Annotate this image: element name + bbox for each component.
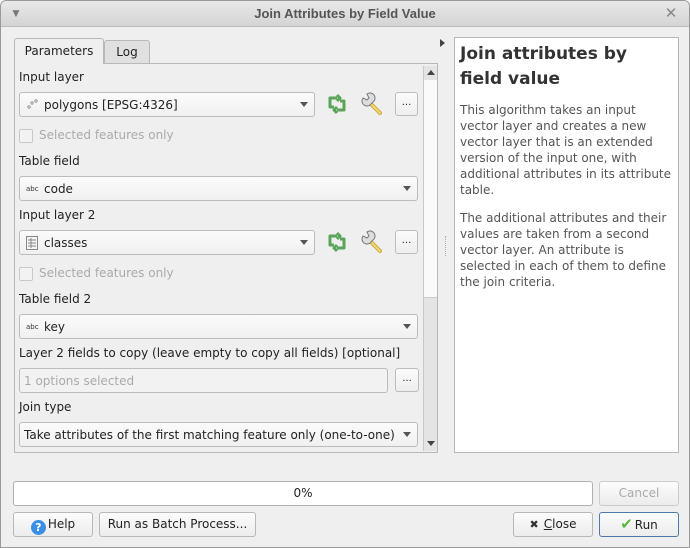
- help-title: Join attributes by field value: [460, 44, 628, 89]
- advanced-options-button-2[interactable]: [360, 230, 384, 254]
- input-layer-more-button[interactable]: ...: [395, 92, 418, 116]
- splitter-handle[interactable]: [445, 236, 447, 256]
- input-layer-2-selected-only-checkbox[interactable]: [19, 267, 33, 281]
- collapse-help-icon[interactable]: [440, 39, 445, 47]
- cancel-button[interactable]: Cancel: [599, 481, 679, 506]
- window-title: Join Attributes by Field Value: [254, 6, 436, 21]
- input-layer-combo[interactable]: polygons [EPSG:4326]: [19, 92, 315, 117]
- iterate-button-2[interactable]: [325, 230, 349, 254]
- join-type-value: Take attributes of the first matching fe…: [24, 428, 395, 442]
- chevron-down-icon: [403, 432, 411, 437]
- iterate-icon: [328, 231, 346, 253]
- help-button[interactable]: ? Help: [13, 512, 93, 537]
- progress-bar: 0%: [13, 481, 593, 506]
- run-button[interactable]: ✔ Run: [599, 512, 679, 537]
- join-type-combo[interactable]: Take attributes of the first matching fe…: [19, 422, 418, 447]
- window-close-icon[interactable]: ✕: [663, 5, 679, 21]
- table-field-2-value: key: [44, 320, 66, 334]
- string-field-icon: abc: [26, 323, 39, 331]
- title-bar: ▼ Join Attributes by Field Value ✕: [1, 1, 689, 27]
- scroll-up-icon[interactable]: [427, 70, 435, 75]
- fields-to-copy-input[interactable]: 1 options selected: [19, 368, 388, 393]
- help-paragraph: This algorithm takes an input vector lay…: [460, 103, 672, 197]
- input-layer-selected-only-label: Selected features only: [39, 128, 174, 142]
- iterate-icon: [328, 93, 346, 115]
- parameters-panel: Input layer polygons [EPSG:4326] ... Sel…: [14, 63, 438, 453]
- table-field-2-label: Table field 2: [19, 292, 92, 306]
- chevron-down-icon: [403, 186, 411, 191]
- string-field-icon: abc: [26, 185, 39, 193]
- checkmark-icon: ✔: [620, 515, 633, 533]
- scrollbar-thumb[interactable]: [424, 80, 437, 298]
- run-batch-button[interactable]: Run as Batch Process...: [99, 512, 256, 537]
- input-layer-value: polygons [EPSG:4326]: [44, 98, 178, 112]
- parameters-scrollbar[interactable]: [423, 66, 437, 451]
- help-icon: ?: [30, 520, 46, 535]
- close-icon: ✖: [529, 518, 539, 531]
- chevron-down-icon: [300, 102, 308, 107]
- tab-parameters[interactable]: Parameters: [14, 38, 104, 64]
- table-layer-icon: [26, 236, 38, 250]
- scroll-down-icon[interactable]: [427, 441, 435, 446]
- table-field-value: code: [44, 182, 73, 196]
- iterate-button[interactable]: [325, 92, 349, 116]
- help-panel: Join attributes by field value This algo…: [454, 37, 679, 453]
- input-layer-2-more-button[interactable]: ...: [395, 230, 418, 254]
- input-layer-2-combo[interactable]: classes: [19, 230, 315, 255]
- input-layer-2-label: Input layer 2: [19, 208, 96, 222]
- help-button-label: Help: [47, 517, 76, 531]
- input-layer-2-selected-only-label: Selected features only: [39, 266, 174, 280]
- input-layer-selected-only-checkbox[interactable]: [19, 129, 33, 143]
- tab-log[interactable]: Log: [104, 40, 150, 63]
- dialog-window: ▼ Join Attributes by Field Value ✕ Param…: [0, 0, 690, 548]
- fields-to-copy-value: 1 options selected: [24, 374, 135, 388]
- fields-to-copy-label: Layer 2 fields to copy (leave empty to c…: [19, 346, 401, 360]
- close-mnemonic: C: [543, 517, 553, 531]
- wrench-icon: [361, 92, 382, 115]
- progress-label: 0%: [293, 486, 313, 500]
- close-button[interactable]: ✖ Close: [513, 512, 593, 537]
- advanced-options-button[interactable]: [360, 92, 384, 116]
- help-paragraph: The additional attributes and their valu…: [460, 211, 667, 289]
- chevron-down-icon: [403, 324, 411, 329]
- polygon-layer-icon: [26, 98, 38, 110]
- chevron-down-icon: [300, 240, 308, 245]
- table-field-2-combo[interactable]: abc key: [19, 314, 418, 339]
- input-layer-2-value: classes: [44, 236, 88, 250]
- close-button-label: lose: [552, 517, 577, 531]
- join-type-label: Join type: [19, 400, 72, 414]
- table-field-label: Table field: [19, 154, 80, 168]
- input-layer-label: Input layer: [19, 70, 84, 84]
- wrench-icon: [361, 230, 382, 253]
- table-field-combo[interactable]: abc code: [19, 176, 418, 201]
- fields-to-copy-button[interactable]: ...: [395, 368, 419, 392]
- run-button-label: Run: [634, 518, 658, 532]
